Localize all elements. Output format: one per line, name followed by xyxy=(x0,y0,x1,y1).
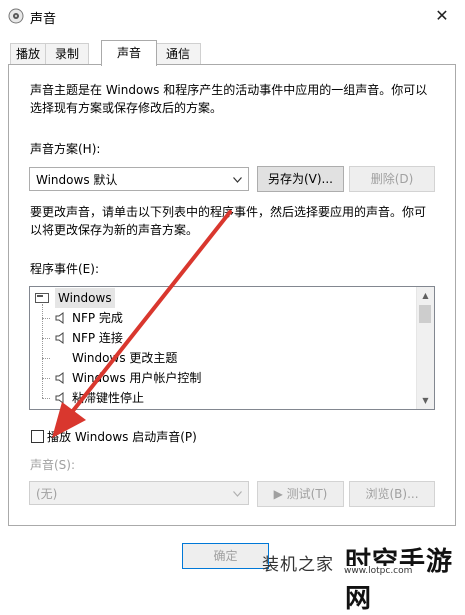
title-bar: 声音 ✕ xyxy=(0,0,465,32)
chevron-down-icon xyxy=(233,491,242,497)
sound-label: 声音(S): xyxy=(30,458,76,472)
list-item[interactable]: NFP 完成 xyxy=(42,308,342,328)
watermark-logo-text: 时空手游网 xyxy=(345,547,454,614)
list-item[interactable]: 粘滞键性停止 xyxy=(42,388,342,408)
save-as-button[interactable]: 另存为(V)... xyxy=(257,166,344,192)
tab-sounds[interactable]: 声音 xyxy=(101,40,157,66)
scroll-thumb[interactable] xyxy=(419,305,431,323)
list-item[interactable]: Windows 用户帐户控制 xyxy=(42,368,342,388)
event-label: 粘滞键性停止 xyxy=(72,391,145,405)
change-text-line-1: 要更改声音，请单击以下列表中的程序事件，然后选择要应用的声音。你可 xyxy=(30,205,427,219)
change-text-line-2: 以将更改保存为新的声音方案。 xyxy=(30,223,199,237)
browse-button[interactable]: 浏览(B)... xyxy=(349,481,435,507)
root-label: Windows xyxy=(55,288,115,308)
event-label: Windows 用户帐户控制 xyxy=(72,371,202,385)
scroll-down-icon[interactable]: ▼ xyxy=(417,392,434,409)
watermark-text: 装机之家 xyxy=(262,555,334,575)
speaker-icon xyxy=(55,372,64,384)
event-label: NFP 连接 xyxy=(72,331,123,345)
ok-button[interactable]: 确定 xyxy=(182,543,269,569)
list-item[interactable]: Windows 更改主题 xyxy=(42,348,342,368)
scheme-label: 声音方案(H): xyxy=(30,142,101,156)
list-item[interactable]: NFP 连接 xyxy=(42,328,342,348)
event-label: NFP 完成 xyxy=(72,311,123,325)
intro-text-line-2: 选择现有方案或保存修改后的方案。 xyxy=(30,101,223,115)
tab-recording[interactable]: 录制 xyxy=(45,43,89,64)
sound-value: (无) xyxy=(36,487,58,501)
tab-communications[interactable]: 通信 xyxy=(155,43,201,64)
tab-playback[interactable]: 播放 xyxy=(10,43,46,64)
startup-sound-label[interactable]: 播放 Windows 启动声音(P) xyxy=(47,428,197,446)
events-label: 程序事件(E): xyxy=(30,262,99,276)
speaker-icon xyxy=(55,332,64,344)
window-icon xyxy=(35,293,49,303)
speaker-app-icon xyxy=(8,8,24,24)
chevron-down-icon xyxy=(233,177,242,183)
event-label: Windows 更改主题 xyxy=(72,351,178,365)
intro-text-line-1: 声音主题是在 Windows 和程序产生的活动事件中应用的一组声音。你可以 xyxy=(30,83,428,97)
list-item-root[interactable]: Windows xyxy=(35,288,235,308)
speaker-icon xyxy=(55,312,64,324)
scroll-up-icon[interactable]: ▲ xyxy=(417,287,434,304)
window-title: 声音 xyxy=(30,12,57,27)
close-icon[interactable]: ✕ xyxy=(419,0,465,32)
watermark-url: www.lotpc.com xyxy=(340,566,417,576)
startup-sound-checkbox[interactable] xyxy=(31,430,44,443)
sound-select[interactable]: (无) xyxy=(29,481,249,505)
scheme-select[interactable]: Windows 默认 xyxy=(29,167,249,191)
list-scrollbar[interactable]: ▲ ▼ xyxy=(416,287,434,409)
speaker-icon xyxy=(55,392,64,404)
scheme-value: Windows 默认 xyxy=(36,173,118,187)
test-button[interactable]: ▶ 测试(T) xyxy=(257,481,344,507)
program-events-list[interactable]: Windows NFP 完成 NFP 连接 Windows 更改主题 Windo… xyxy=(29,286,435,410)
delete-button[interactable]: 删除(D) xyxy=(349,166,435,192)
